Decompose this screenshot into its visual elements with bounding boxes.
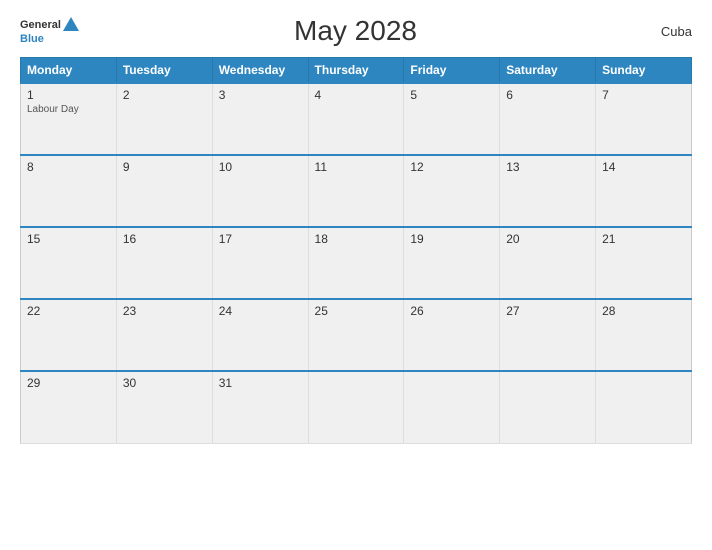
calendar-cell: 18 (308, 227, 404, 299)
weekday-header-wednesday: Wednesday (212, 58, 308, 84)
calendar-cell (308, 371, 404, 443)
calendar-cell: 22 (21, 299, 117, 371)
calendar-week-row: 1 Labour Day 234567 (21, 83, 692, 155)
day-number: 27 (506, 304, 589, 318)
calendar-cell: 19 (404, 227, 500, 299)
calendar-cell: 24 (212, 299, 308, 371)
calendar-cell: 11 (308, 155, 404, 227)
calendar-cell: 23 (116, 299, 212, 371)
calendar-cell: 26 (404, 299, 500, 371)
calendar-cell: 21 (596, 227, 692, 299)
day-number: 31 (219, 376, 302, 390)
day-number: 29 (27, 376, 110, 390)
header: General Blue May 2028 Cuba (20, 15, 692, 47)
day-number: 26 (410, 304, 493, 318)
day-number: 16 (123, 232, 206, 246)
calendar-cell: 27 (500, 299, 596, 371)
day-number: 3 (219, 88, 302, 102)
day-number: 30 (123, 376, 206, 390)
calendar-cell: 30 (116, 371, 212, 443)
day-number: 1 (27, 88, 110, 102)
day-number: 23 (123, 304, 206, 318)
logo-triangle-icon (63, 17, 79, 31)
day-number: 6 (506, 88, 589, 102)
day-number: 17 (219, 232, 302, 246)
calendar-cell: 31 (212, 371, 308, 443)
logo-general-text: General (20, 19, 61, 31)
day-number: 21 (602, 232, 685, 246)
calendar-cell: 15 (21, 227, 117, 299)
day-number: 13 (506, 160, 589, 174)
calendar-week-row: 22 23 24 25 26 27 28 (21, 299, 692, 371)
calendar-page: General Blue May 2028 Cuba MondayTuesday… (0, 0, 712, 550)
calendar-cell: 6 (500, 83, 596, 155)
calendar-cell: 3 (212, 83, 308, 155)
day-number: 9 (123, 160, 206, 174)
calendar-cell: 17 (212, 227, 308, 299)
calendar-cell: 28 (596, 299, 692, 371)
calendar-cell: 2 (116, 83, 212, 155)
day-number: 10 (219, 160, 302, 174)
day-number: 19 (410, 232, 493, 246)
weekday-header-saturday: Saturday (500, 58, 596, 84)
day-number: 20 (506, 232, 589, 246)
day-number: 24 (219, 304, 302, 318)
calendar-header: MondayTuesdayWednesdayThursdayFridaySatu… (21, 58, 692, 84)
calendar-week-row: 15 16 17 18 19 20 21 (21, 227, 692, 299)
calendar-cell: 1 Labour Day (21, 83, 117, 155)
calendar-cell: 9 (116, 155, 212, 227)
calendar-title: May 2028 (79, 15, 632, 47)
weekday-header-sunday: Sunday (596, 58, 692, 84)
weekday-header-tuesday: Tuesday (116, 58, 212, 84)
calendar-cell: 4 (308, 83, 404, 155)
day-number: 25 (315, 304, 398, 318)
calendar-cell: 25 (308, 299, 404, 371)
day-number: 28 (602, 304, 685, 318)
calendar-cell: 8 (21, 155, 117, 227)
day-number: 8 (27, 160, 110, 174)
day-number: 14 (602, 160, 685, 174)
calendar-cell (500, 371, 596, 443)
day-number: 18 (315, 232, 398, 246)
day-number: 22 (27, 304, 110, 318)
calendar-table: MondayTuesdayWednesdayThursdayFridaySatu… (20, 57, 692, 444)
day-number: 15 (27, 232, 110, 246)
day-number: 11 (315, 160, 398, 174)
weekday-header-thursday: Thursday (308, 58, 404, 84)
country-label: Cuba (632, 24, 692, 39)
calendar-cell: 16 (116, 227, 212, 299)
calendar-cell: 29 (21, 371, 117, 443)
day-number: 2 (123, 88, 206, 102)
calendar-cell: 10 (212, 155, 308, 227)
weekday-header-monday: Monday (21, 58, 117, 84)
logo: General Blue (20, 17, 79, 45)
calendar-week-row: 89 10 11 12 13 14 (21, 155, 692, 227)
holiday-label: Labour Day (27, 104, 110, 115)
weekday-header-friday: Friday (404, 58, 500, 84)
day-number: 4 (315, 88, 398, 102)
calendar-body: 1Labour Day23456789101112131415161718192… (21, 83, 692, 443)
day-number: 12 (410, 160, 493, 174)
calendar-week-row: 29 30 31 (21, 371, 692, 443)
logo-blue-text: Blue (20, 33, 44, 45)
calendar-cell: 7 (596, 83, 692, 155)
calendar-cell: 13 (500, 155, 596, 227)
day-number: 7 (602, 88, 685, 102)
weekday-header-row: MondayTuesdayWednesdayThursdayFridaySatu… (21, 58, 692, 84)
day-number: 5 (410, 88, 493, 102)
calendar-cell: 20 (500, 227, 596, 299)
calendar-cell: 14 (596, 155, 692, 227)
calendar-cell: 12 (404, 155, 500, 227)
calendar-cell: 5 (404, 83, 500, 155)
calendar-cell (596, 371, 692, 443)
calendar-cell (404, 371, 500, 443)
